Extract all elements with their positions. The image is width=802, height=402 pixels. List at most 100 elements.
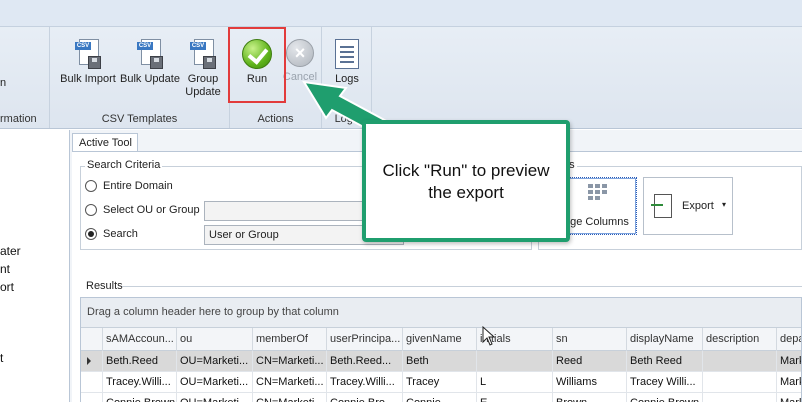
ribbon-group-csv-templates: CSV Bulk Import CSV Bulk Update CSV Grou…	[50, 27, 230, 128]
export-label: Export	[682, 200, 714, 212]
bulk-update-button[interactable]: CSV Bulk Update	[120, 39, 180, 86]
table-row[interactable]: Tracey.Willi... OU=Marketi... CN=Marketi…	[81, 372, 801, 393]
cell-givenname[interactable]: Beth	[403, 351, 477, 372]
row-indicator-cell	[81, 351, 103, 372]
tutorial-callout: Click "Run" to preview the export	[362, 120, 570, 242]
cell-memberof[interactable]: CN=Marketi...	[253, 393, 327, 402]
column-header-sn[interactable]: sn	[553, 328, 627, 351]
bulk-import-button[interactable]: CSV Bulk Import	[56, 39, 120, 86]
select-ou-option[interactable]: Select OU or Group	[85, 204, 200, 216]
cell-description[interactable]	[703, 372, 777, 393]
close-icon: ×	[286, 39, 314, 67]
partial-button-label[interactable]: n	[0, 77, 6, 89]
change-columns-label: nge Columns	[564, 216, 629, 228]
cell-samaccountname[interactable]: Tracey.Willi...	[103, 372, 177, 393]
cell-department[interactable]: Mark	[777, 372, 801, 393]
grid-header: sAMAccoun... ou memberOf userPrincipa...…	[81, 328, 801, 351]
csv-import-icon: CSV	[75, 39, 101, 69]
ribbon-tab-strip	[0, 0, 802, 27]
group-label-actions: Actions	[257, 113, 294, 125]
group-by-panel[interactable]: Drag a column header here to group by th…	[81, 298, 801, 328]
entire-domain-option[interactable]: Entire Domain	[85, 180, 173, 192]
cell-displayname[interactable]: Tracey Willi...	[627, 372, 703, 393]
group-update-button[interactable]: CSV Group Update	[180, 39, 226, 99]
csv-group-icon: CSV	[190, 39, 216, 69]
column-header-userprincipalname[interactable]: userPrincipa...	[327, 328, 403, 351]
column-header-department[interactable]: depa	[777, 328, 801, 351]
bulk-import-label: Bulk Import	[60, 73, 116, 85]
cell-department[interactable]: Mark	[777, 393, 801, 402]
cell-givenname[interactable]: Connie	[403, 393, 477, 402]
cell-userprincipalname[interactable]: Connie.Bro...	[327, 393, 403, 402]
entire-domain-radio[interactable]	[85, 180, 97, 192]
search-radio[interactable]	[85, 228, 97, 240]
column-header-description[interactable]: description	[703, 328, 777, 351]
columns-icon	[588, 184, 608, 202]
table-row[interactable]: Connie.Brown OU=Marketi... CN=Marketi...…	[81, 393, 801, 402]
change-columns-button[interactable]: nge Columns	[563, 177, 637, 235]
cell-samaccountname[interactable]: Connie.Brown	[103, 393, 177, 402]
search-criteria-label: Search Criteria	[85, 159, 163, 171]
chevron-down-icon: ▾	[722, 200, 727, 209]
row-indicator-cell	[81, 372, 103, 393]
export-icon	[651, 194, 672, 218]
export-button[interactable]: Export ▾	[643, 177, 733, 235]
cell-initials[interactable]	[477, 351, 553, 372]
logs-icon	[335, 39, 359, 69]
options-group: ns nge Columns Export ▾	[538, 159, 802, 250]
cell-samaccountname[interactable]: Beth.Reed	[103, 351, 177, 372]
cell-ou[interactable]: OU=Marketi...	[177, 372, 253, 393]
sidebar-item-1[interactable]: ater	[0, 244, 21, 258]
column-header-samaccountname[interactable]: sAMAccoun...	[103, 328, 177, 351]
cell-department[interactable]: Mark	[777, 351, 801, 372]
results-label: Results	[86, 280, 123, 292]
cancel-label: Cancel	[282, 71, 318, 83]
cell-ou[interactable]: OU=Marketi...	[177, 393, 253, 402]
cell-userprincipalname[interactable]: Beth.Reed...	[327, 351, 403, 372]
navigation-sidebar: ater nt ort t	[0, 130, 70, 402]
sidebar-item-3[interactable]: ort	[0, 280, 14, 294]
cell-description[interactable]	[703, 393, 777, 402]
cell-displayname[interactable]: Connie Brown	[627, 393, 703, 402]
logs-button[interactable]: Logs	[326, 39, 368, 86]
cell-displayname[interactable]: Beth Reed	[627, 351, 703, 372]
column-header-givenname[interactable]: givenName	[403, 328, 477, 351]
cell-ou[interactable]: OU=Marketi...	[177, 351, 253, 372]
cell-initials[interactable]: L	[477, 372, 553, 393]
column-header-memberof[interactable]: memberOf	[253, 328, 327, 351]
tab-active-tool[interactable]: Active Tool	[72, 133, 138, 152]
cell-memberof[interactable]: CN=Marketi...	[253, 372, 327, 393]
search-option[interactable]: Search	[85, 228, 138, 240]
results-grid: Drag a column header here to group by th…	[80, 297, 802, 402]
column-header-ou[interactable]: ou	[177, 328, 253, 351]
cell-sn[interactable]: Williams	[553, 372, 627, 393]
row-pointer-icon	[87, 357, 91, 365]
ribbon: n rmation CSV Bulk Import CSV Bulk Updat…	[0, 0, 802, 129]
group-update-label-2: Update	[185, 86, 221, 98]
logs-label: Logs	[335, 73, 359, 85]
search-option-label: Search	[103, 228, 138, 240]
callout-line-1: Click "Run" to preview	[382, 161, 550, 180]
group-label-information: rmation	[0, 113, 37, 125]
entire-domain-label: Entire Domain	[103, 180, 173, 192]
cell-userprincipalname[interactable]: Tracey.Willi...	[327, 372, 403, 393]
results-divider	[122, 286, 802, 287]
cell-sn[interactable]: Reed	[553, 351, 627, 372]
cell-sn[interactable]: Brown	[553, 393, 627, 402]
select-ou-radio[interactable]	[85, 204, 97, 216]
callout-line-2: the export	[428, 183, 504, 202]
group-update-label-1: Group	[187, 73, 219, 85]
cancel-button[interactable]: × Cancel	[280, 39, 320, 84]
run-highlight-box	[228, 27, 286, 103]
cell-description[interactable]	[703, 351, 777, 372]
sidebar-item-4[interactable]: t	[0, 351, 3, 365]
cell-initials[interactable]: E	[477, 393, 553, 402]
bulk-update-label: Bulk Update	[120, 73, 180, 85]
mouse-cursor-icon	[482, 326, 496, 346]
cell-memberof[interactable]: CN=Marketi...	[253, 351, 327, 372]
column-header-displayname[interactable]: displayName	[627, 328, 703, 351]
table-row[interactable]: Beth.Reed OU=Marketi... CN=Marketi... Be…	[81, 351, 801, 372]
group-label-csv-templates: CSV Templates	[101, 113, 178, 125]
cell-givenname[interactable]: Tracey	[403, 372, 477, 393]
sidebar-item-2[interactable]: nt	[0, 262, 10, 276]
